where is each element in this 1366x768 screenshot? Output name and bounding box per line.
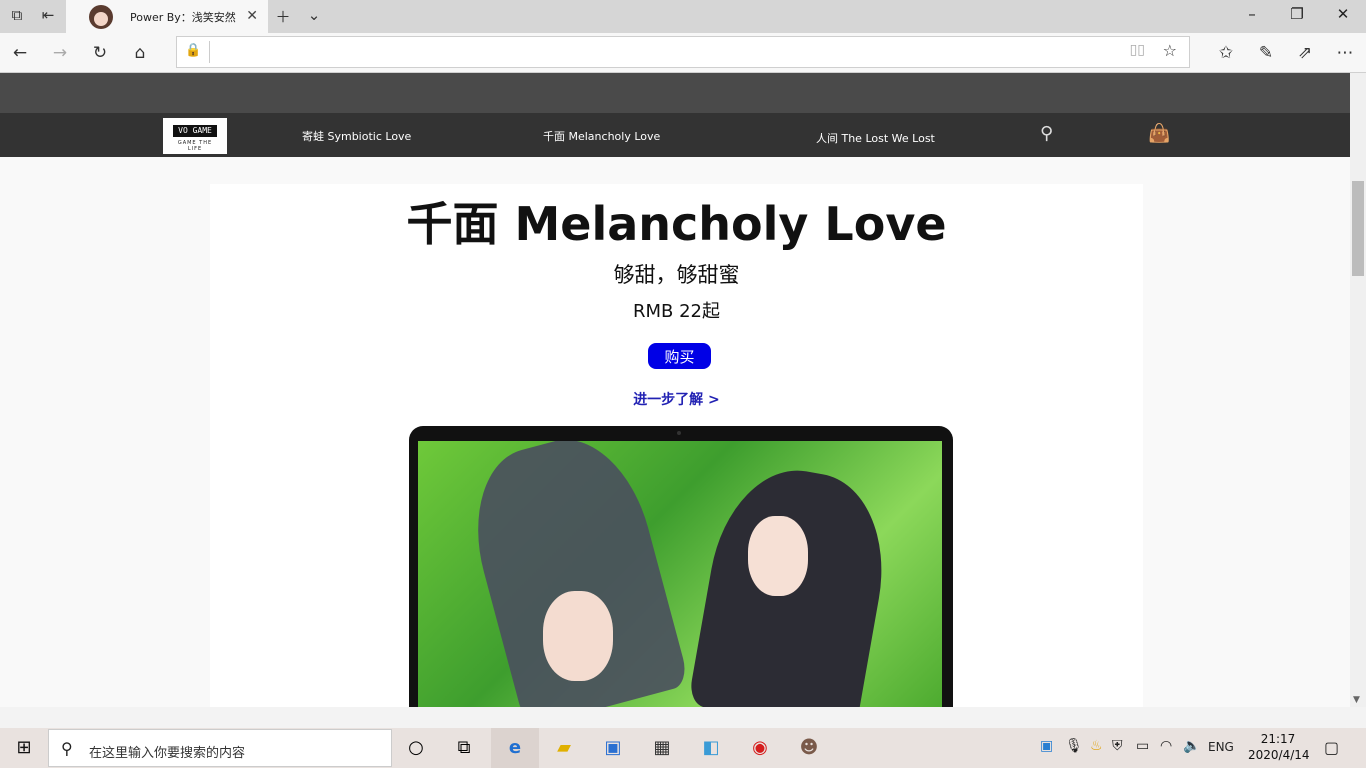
reading-view-icon[interactable]: ▯▯ [1130, 42, 1145, 58]
logo-tagline: GAME THE LIFE [177, 140, 213, 152]
edge-icon[interactable]: e [491, 728, 539, 768]
shopping-bag-icon[interactable]: 👜 [1148, 123, 1170, 144]
hero-panel: 千面 Melancholy Love 够甜，够甜蜜 RMB 22起 购买 进一步… [210, 184, 1143, 707]
clock-time: 21:17 [1260, 732, 1296, 746]
logo-text: VO GAME [173, 125, 217, 137]
browser-tab-bar: ⧉ ⇤ Power By：浅笑安然 ✕ ＋ ⌄ – ❐ ✕ [0, 0, 1366, 33]
scroll-down-arrow-icon[interactable]: ▼ [1353, 695, 1360, 705]
task-view-icon[interactable]: ⧉ [440, 728, 488, 768]
refresh-icon[interactable]: ↻ [88, 41, 112, 65]
tab-title: Power By：浅笑安然 [130, 11, 236, 24]
clock[interactable]: 21:17 2020/4/14 [1248, 731, 1310, 763]
scrollbar-thumb[interactable] [1352, 181, 1364, 276]
windows-start-icon[interactable]: ⊞ [0, 728, 48, 768]
language-indicator[interactable]: ENG [1208, 740, 1234, 754]
tab-close-icon[interactable]: ✕ [246, 8, 258, 24]
nav-lost-we-lost[interactable]: 人间 The Lost We Lost [816, 130, 935, 146]
home-icon[interactable]: ⌂ [128, 41, 152, 65]
taskbar-search[interactable]: ⚲ 在这里输入你要搜索的内容 [48, 729, 392, 767]
battery-icon[interactable]: ▭ [1136, 738, 1149, 754]
tray-app-icon[interactable]: ▣ [1040, 738, 1053, 754]
wifi-icon[interactable]: ◠ [1160, 738, 1172, 754]
store-icon[interactable]: ▦ [638, 728, 686, 768]
page-scrollbar[interactable]: ▼ [1350, 73, 1366, 707]
tab-list-chevron-icon[interactable]: ⌄ [303, 6, 325, 28]
tab-active[interactable]: Power By：浅笑安然 ✕ [66, 0, 268, 33]
app-window-icon[interactable]: ▣ [589, 728, 637, 768]
laptop-frame [409, 426, 953, 707]
volume-icon[interactable]: 🔈 [1183, 738, 1200, 754]
restore-icon[interactable]: ❐ [1285, 5, 1309, 27]
site-logo[interactable]: VO GAME GAME THE LIFE [163, 118, 227, 154]
browser-nav-bar: ← → ↻ ⌂ 🔒 ▯▯ ☆ ✩ ✎ ⇗ ⋯ [0, 33, 1366, 73]
back-icon[interactable]: ← [8, 41, 32, 65]
more-icon[interactable]: ⋯ [1333, 41, 1357, 65]
tab-actions-icon[interactable]: ⧉ [6, 6, 28, 28]
close-window-icon[interactable]: ✕ [1331, 5, 1355, 27]
hero-price: RMB 22起 [632, 301, 720, 322]
file-explorer-icon[interactable]: ▰ [540, 728, 588, 768]
nav-melancholy-love[interactable]: 千面 Melancholy Love [543, 128, 660, 144]
pen-icon[interactable]: ✎ [1254, 41, 1278, 65]
set-aside-tabs-icon[interactable]: ⇤ [37, 6, 59, 28]
live-app-icon[interactable]: ◧ [687, 728, 735, 768]
tab-favicon-icon [89, 5, 113, 29]
nav-symbiotic-love[interactable]: 寄蛙 Symbiotic Love [302, 128, 411, 144]
search-icon[interactable]: ⚲ [1040, 123, 1053, 144]
product-artwork [418, 441, 942, 707]
search-placeholder: 在这里输入你要搜索的内容 [89, 746, 246, 761]
microphone-icon[interactable]: 🎙 [1065, 738, 1083, 754]
notification-icon[interactable]: ▢ [1324, 738, 1339, 757]
search-icon: ⚲ [61, 739, 73, 758]
minimize-icon[interactable]: – [1240, 5, 1264, 27]
lock-icon: 🔒 [185, 43, 202, 58]
security-icon[interactable]: ⛨ [1112, 738, 1123, 754]
site-top-strip [0, 73, 1350, 113]
share-icon[interactable]: ⇗ [1293, 41, 1317, 65]
learn-more-link[interactable]: 进一步了解 > [210, 389, 1143, 409]
hero-title: 千面 Melancholy Love [406, 197, 947, 251]
music-app-icon[interactable]: ◉ [736, 728, 784, 768]
site-nav: VO GAME GAME THE LIFE 寄蛙 Symbiotic Love … [0, 113, 1350, 157]
favorites-list-icon[interactable]: ✩ [1214, 41, 1238, 65]
address-input[interactable] [209, 41, 1109, 63]
address-bar[interactable]: 🔒 ▯▯ ☆ [176, 36, 1190, 68]
cortana-icon[interactable]: ○ [392, 728, 440, 768]
taskbar: ⊞ ⚲ 在这里输入你要搜索的内容 ○ ⧉ e ▰ ▣ ▦ ◧ ◉ ☻ ▣ 🎙 ♨… [0, 728, 1366, 768]
avatar-app-icon[interactable]: ☻ [785, 728, 833, 768]
camera-dot [677, 431, 681, 435]
tray-flame-icon[interactable]: ♨ [1090, 738, 1103, 754]
hero-subtitle: 够甜，够甜蜜 [613, 263, 740, 287]
buy-button[interactable]: 购买 [648, 343, 711, 369]
page-content: VO GAME GAME THE LIFE 寄蛙 Symbiotic Love … [0, 73, 1350, 707]
favorite-star-icon[interactable]: ☆ [1163, 41, 1177, 60]
forward-icon[interactable]: → [48, 41, 72, 65]
clock-date: 2020/4/14 [1248, 748, 1310, 762]
new-tab-icon[interactable]: ＋ [272, 6, 294, 28]
